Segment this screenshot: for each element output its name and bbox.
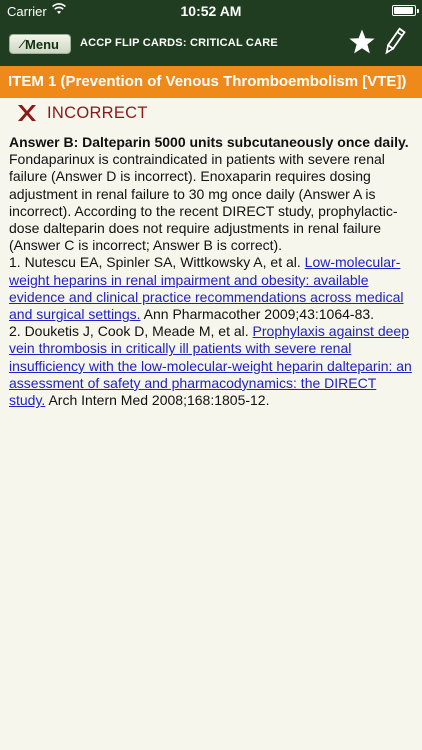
pencil-icon[interactable] [382,27,406,57]
status-time: 10:52 AM [180,3,242,19]
reference-authors: 1. Nutescu EA, Spinler SA, Wittkowsky A,… [9,254,301,271]
menu-button-label: Menu [25,36,59,52]
status-bar: Carrier 10:52 AM [0,0,422,22]
star-icon[interactable] [348,28,376,56]
reference-citation: Arch Intern Med 2008;168:1805-12. [48,392,270,409]
reference-item: 2. Douketis J, Cook D, Meade M, et al. P… [9,323,413,409]
reference-citation: Ann Pharmacother 2009;43:1064-83. [143,306,375,323]
result-indicator: INCORRECT [16,102,148,124]
page-title: ACCP FLIP CARDS: CRITICAL CARE [80,37,278,49]
reference-item: 1. Nutescu EA, Spinler SA, Wittkowsky A,… [9,254,413,323]
x-icon [18,105,36,121]
navigation-bar: ∕ Menu ACCP FLIP CARDS: CRITICAL CARE [0,22,422,66]
menu-button[interactable]: ∕ Menu [9,34,71,54]
battery-icon [392,5,419,16]
reference-authors: 2. Douketis J, Cook D, Meade M, et al. [9,323,249,340]
item-header: ITEM 1 (Prevention of Venous Thromboembo… [0,66,422,98]
answer-content: Answer B: Dalteparin 5000 units subcutan… [9,134,413,409]
answer-explanation: Fondaparinux is contraindicated in patie… [9,151,398,254]
answer-heading: Answer B: Dalteparin 5000 units subcutan… [9,134,409,150]
result-label: INCORRECT [47,103,148,122]
menu-pencil-icon: ∕ [21,37,24,51]
